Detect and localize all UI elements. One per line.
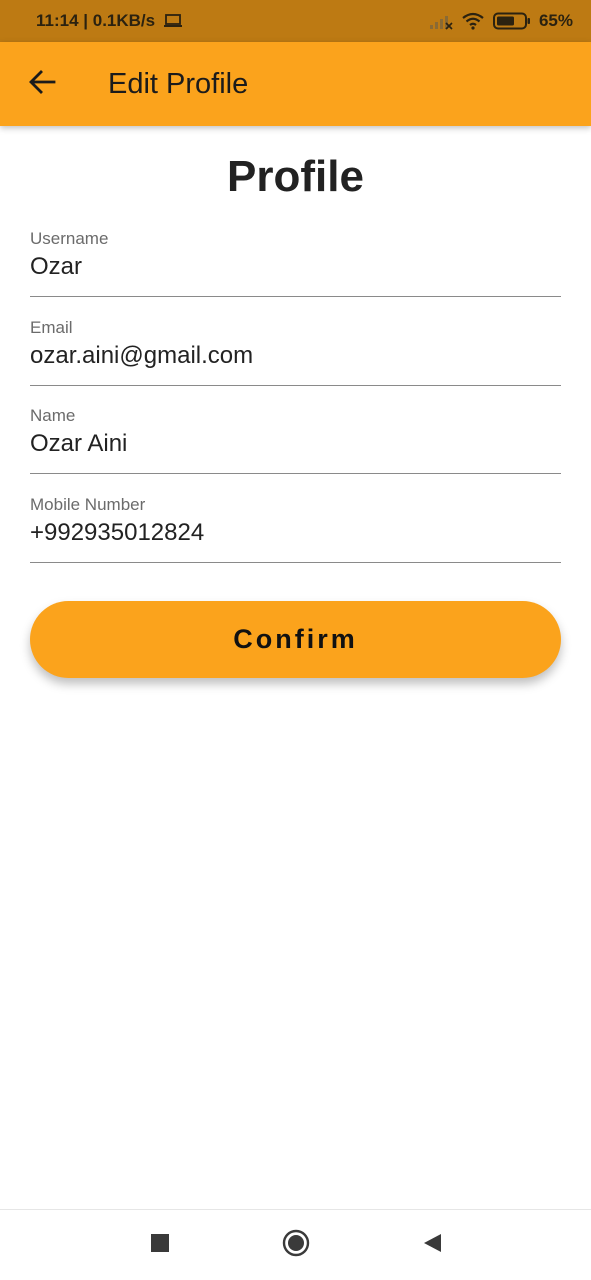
confirm-button[interactable]: Confirm xyxy=(30,601,561,678)
nav-back-button[interactable] xyxy=(412,1225,452,1265)
home-icon xyxy=(282,1229,310,1262)
mobile-number-input[interactable] xyxy=(30,519,561,547)
wifi-icon xyxy=(461,12,485,30)
page-title: Profile xyxy=(227,152,364,201)
battery-percent: 65% xyxy=(538,11,573,30)
name-label: Name xyxy=(30,406,76,425)
battery-icon xyxy=(492,12,531,30)
name-input[interactable] xyxy=(30,430,561,458)
email-field[interactable]: Email xyxy=(30,318,561,386)
status-bar: 11:14 | 0.1KB/s 65% xyxy=(0,0,591,42)
username-label: Username xyxy=(30,229,109,248)
name-field[interactable]: Name xyxy=(30,406,561,474)
username-field[interactable]: Username xyxy=(30,229,561,297)
email-input[interactable] xyxy=(30,342,561,370)
status-time-speed: 11:14 | 0.1KB/s xyxy=(36,11,156,30)
back-icon xyxy=(421,1232,443,1259)
mobile-number-field[interactable]: Mobile Number xyxy=(30,495,561,563)
arrow-left-icon xyxy=(28,68,56,101)
email-label: Email xyxy=(30,318,73,337)
back-button[interactable] xyxy=(0,42,84,126)
username-input[interactable] xyxy=(30,253,561,281)
signal-icon xyxy=(429,12,453,30)
home-button[interactable] xyxy=(276,1225,316,1265)
status-left: 11:14 | 0.1KB/s xyxy=(36,11,183,31)
laptop-icon xyxy=(163,13,183,29)
mobile-number-label: Mobile Number xyxy=(30,495,146,514)
app-bar-title: Edit Profile xyxy=(108,67,249,100)
navigation-bar xyxy=(0,1209,591,1280)
app-bar: Edit Profile xyxy=(0,42,591,126)
recents-button[interactable] xyxy=(140,1225,180,1265)
recents-icon xyxy=(150,1233,170,1258)
status-right: 65% xyxy=(429,11,573,31)
